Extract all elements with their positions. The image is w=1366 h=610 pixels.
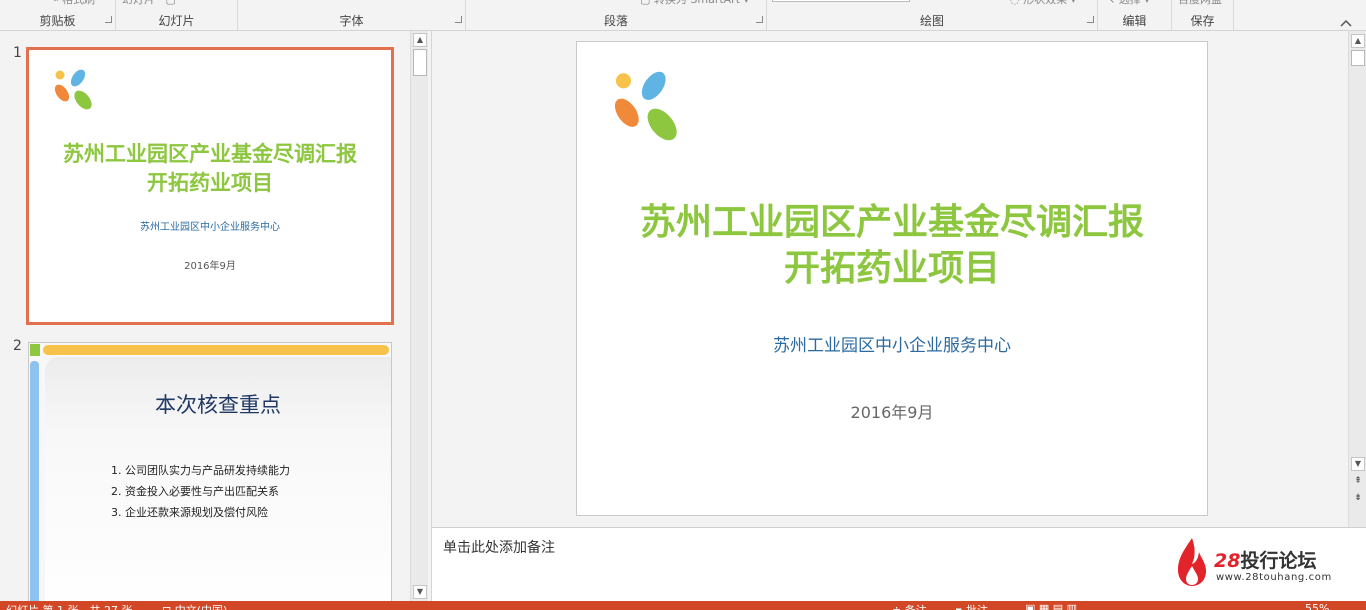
thumbnail-subtitle: 苏州工业园区中小企业服务中心 — [140, 222, 280, 233]
list-item: 1. 公司团队实力与产品研发持续能力 — [111, 464, 290, 477]
collapse-ribbon-icon[interactable] — [1340, 12, 1352, 27]
scroll-up-icon[interactable]: ▲ — [413, 33, 427, 47]
thumbnail-date: 2016年9月 — [184, 261, 236, 272]
slide-thumbnail-2[interactable]: 本次核查重点 1. 公司团队实力与产品研发持续能力 2. 资金投入必要性与产出匹… — [28, 342, 392, 601]
slide-thumbnail-pane: 1 苏州工业园区产业基金尽调汇报 开拓药业项目 苏州工业园区中小企业服务中心 2… — [0, 31, 430, 601]
decorative-side-bar — [30, 361, 39, 601]
zoom-level-cut-off[interactable]: 55% — [1305, 602, 1329, 610]
ribbon-group-drawing: ◌ 形状效果 ▾ 绘图 — [767, 0, 1098, 30]
thumbnail-title-line: 苏州工业园区产业基金尽调汇报 — [63, 142, 357, 166]
watermark: 28投行论坛 www.28touhang.com — [1174, 536, 1354, 588]
scroll-thumb[interactable] — [413, 49, 427, 76]
ribbon: ⌁ 格式刷 剪贴板 幻灯片 · ▢ 幻灯片 字体 ▢ 转换为 SmartArt … — [0, 0, 1366, 31]
slide-scrollbar[interactable]: ▲ ▼ ⇞ ⇟ — [1348, 31, 1366, 527]
thumbnail-title-line: 开拓药业项目 — [147, 171, 273, 195]
status-bar: 幻灯片 第 1 张，共 27 张 ⊡ 中文(中国) ≐ 备注 ▪ 批注 ▣ ▦ … — [0, 601, 1366, 610]
dialog-launcher-icon[interactable] — [455, 16, 462, 23]
slide-title-line: 开拓药业项目 — [783, 248, 1000, 289]
previous-slide-icon[interactable]: ⇞ — [1351, 474, 1365, 488]
ribbon-group-label: 保存 — [1190, 14, 1215, 28]
select-command-cut-off[interactable]: ↖ 选择 ▾ — [1106, 0, 1150, 7]
thumbnail-scrollbar[interactable]: ▲ ▼ — [410, 31, 428, 601]
ribbon-group-label: 编辑 — [1122, 14, 1147, 28]
ribbon-group-label: 剪贴板 — [39, 14, 76, 28]
slide-number: 2 — [13, 338, 22, 354]
next-slide-icon[interactable]: ⇟ — [1351, 491, 1365, 505]
comments-toggle-cut-off[interactable]: ▪ 批注 — [955, 602, 988, 610]
clipboard-command-cut-off[interactable]: ⌁ 格式刷 — [52, 0, 95, 7]
slide-number: 1 — [13, 45, 22, 61]
watermark-number: 28 — [1214, 550, 1241, 572]
language-indicator-cut-off[interactable]: ⊡ 中文(中国) — [162, 602, 227, 610]
thumbnail-list: 1. 公司团队实力与产品研发持续能力 2. 资金投入必要性与产出匹配关系 3. … — [111, 460, 290, 523]
thumbnail-title: 苏州工业园区产业基金尽调汇报 开拓药业项目 — [29, 140, 391, 198]
smartart-command-cut-off[interactable]: ▢ 转换为 SmartArt ▾ — [640, 0, 749, 7]
slide-counter-cut-off: 幻灯片 第 1 张，共 27 张 — [6, 602, 132, 610]
notes-placeholder[interactable]: 单击此处添加备注 — [443, 537, 555, 557]
dialog-launcher-icon[interactable] — [1087, 16, 1094, 23]
current-slide[interactable]: 苏州工业园区产业基金尽调汇报 开拓药业项目 苏州工业园区中小企业服务中心 201… — [576, 41, 1208, 516]
slide-title[interactable]: 苏州工业园区产业基金尽调汇报 开拓药业项目 — [577, 200, 1207, 292]
slide-editing-area: 苏州工业园区产业基金尽调汇报 开拓药业项目 苏州工业园区中小企业服务中心 201… — [431, 31, 1348, 527]
ribbon-group-paragraph: ▢ 转换为 SmartArt ▾ 段落 — [466, 0, 767, 30]
slides-command-cut-off[interactable]: 幻灯片 · ▢ — [122, 0, 176, 7]
company-logo-icon — [614, 71, 677, 141]
ribbon-group-label: 绘图 — [919, 14, 944, 28]
ribbon-group-clipboard: ⌁ 格式刷 剪贴板 — [0, 0, 116, 30]
view-buttons-cut-off[interactable]: ▣ ▦ ▤ ▥ — [1025, 602, 1077, 610]
powerpoint-window: ⌁ 格式刷 剪贴板 幻灯片 · ▢ 幻灯片 字体 ▢ 转换为 SmartArt … — [0, 0, 1366, 610]
ribbon-group-slides: 幻灯片 · ▢ 幻灯片 — [116, 0, 238, 30]
dialog-launcher-icon[interactable] — [756, 16, 763, 23]
notes-toggle-cut-off[interactable]: ≐ 备注 — [892, 602, 927, 610]
scroll-thumb[interactable] — [1351, 50, 1365, 66]
watermark-name: 28投行论坛 — [1214, 546, 1316, 573]
shapes-gallery-cut-off[interactable] — [772, 0, 910, 2]
flame-logo-icon — [1178, 538, 1206, 586]
watermark-url: www.28touhang.com — [1216, 572, 1332, 583]
ribbon-group-label: 段落 — [603, 14, 628, 28]
dialog-launcher-icon[interactable] — [105, 16, 112, 23]
ribbon-group-font: 字体 — [238, 0, 466, 30]
decorative-top-bar — [43, 345, 389, 355]
ribbon-group-save: 百度网盘 保存 — [1172, 0, 1234, 30]
ribbon-group-editing: ↖ 选择 ▾ 编辑 — [1098, 0, 1172, 30]
notes-pane[interactable]: 单击此处添加备注 28投行论坛 www.28touhang.com — [431, 527, 1366, 601]
scroll-down-icon[interactable]: ▼ — [1351, 457, 1365, 471]
thumbnail-title: 本次核查重点 — [155, 393, 281, 417]
scroll-up-icon[interactable]: ▲ — [1351, 34, 1365, 48]
slide-subtitle[interactable]: 苏州工业园区中小企业服务中心 — [577, 331, 1207, 356]
company-logo-icon — [54, 69, 92, 110]
slide-thumbnail-1[interactable]: 苏州工业园区产业基金尽调汇报 开拓药业项目 苏州工业园区中小企业服务中心 201… — [26, 47, 394, 325]
list-item: 2. 资金投入必要性与产出匹配关系 — [111, 485, 279, 498]
thumbnail-content-panel: 本次核查重点 1. 公司团队实力与产品研发持续能力 2. 资金投入必要性与产出匹… — [45, 357, 391, 601]
slide-date[interactable]: 2016年9月 — [577, 399, 1207, 423]
baidu-save-cut-off[interactable]: 百度网盘 — [1178, 0, 1222, 7]
scroll-down-icon[interactable]: ▼ — [413, 585, 427, 599]
watermark-title: 投行论坛 — [1240, 550, 1317, 572]
shape-effects-cut-off[interactable]: ◌ 形状效果 ▾ — [1010, 0, 1076, 7]
ribbon-group-label: 幻灯片 — [158, 14, 195, 28]
list-item: 3. 企业还款来源规划及偿付风险 — [111, 506, 268, 519]
ribbon-group-label: 字体 — [339, 14, 364, 28]
decorative-corner — [30, 344, 40, 356]
slide-title-line: 苏州工业园区产业基金尽调汇报 — [639, 202, 1144, 243]
